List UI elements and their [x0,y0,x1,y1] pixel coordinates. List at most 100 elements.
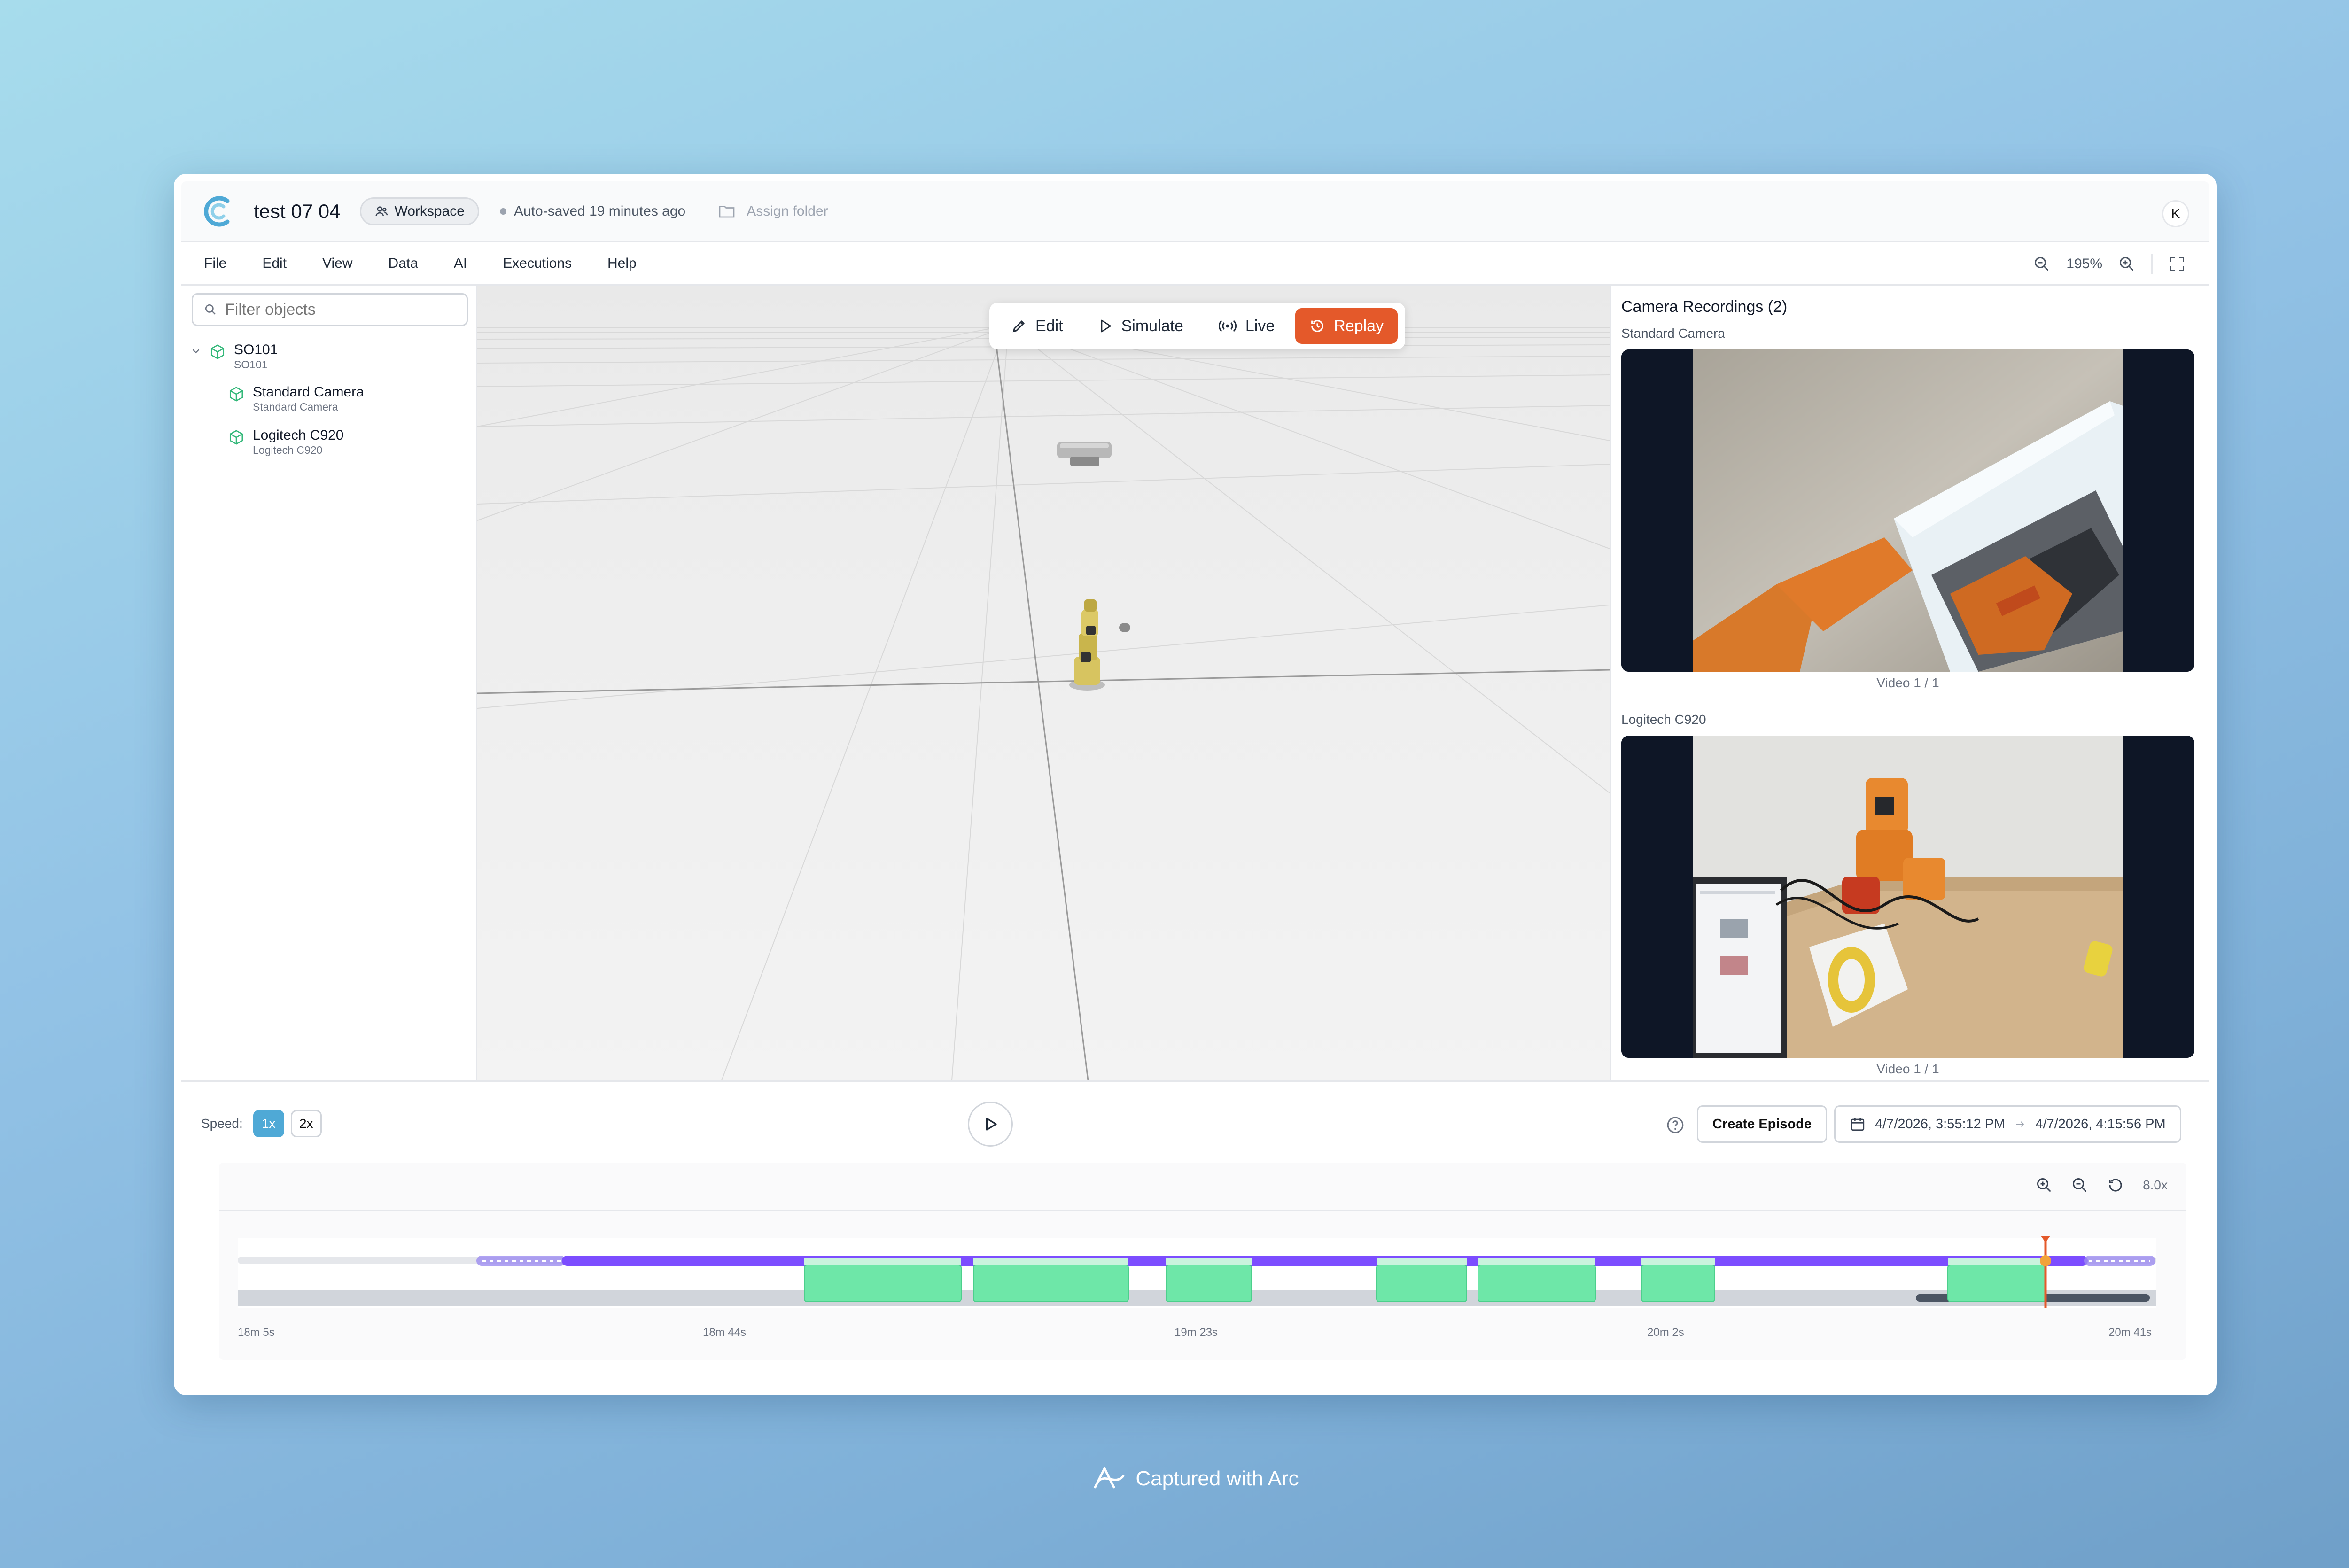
timeline-tick: 20m 41s [2108,1326,2152,1339]
camera-recordings-panel: Camera Recordings (2) Standard Camera Vi… [1610,286,2209,1080]
timeline-tools: 8.0x [2036,1177,2168,1194]
speed-1x-button[interactable]: 1x [253,1110,284,1137]
tree-item-so101[interactable]: SO101 SO101 [191,342,278,371]
video-frame [1621,736,2194,1058]
tree-item-name: Logitech C920 [253,427,344,443]
menu-data[interactable]: Data [389,256,418,272]
users-icon [375,206,388,216]
replay-mode-label: Replay [1334,317,1384,335]
timeline-tick: 20m 2s [1647,1326,1684,1339]
chevron-down-icon[interactable] [191,346,201,356]
camera-label: Standard Camera [1621,326,1726,341]
fullscreen-icon[interactable] [2169,256,2186,272]
standard-camera-video[interactable] [1621,349,2194,672]
menu-help[interactable]: Help [607,256,637,272]
menu-edit[interactable]: Edit [262,256,287,272]
timeline-tick: 18m 44s [703,1326,747,1339]
user-avatar[interactable]: K [2162,200,2189,227]
assign-folder-button[interactable]: Assign folder [718,203,828,219]
speed-label: Speed: [201,1116,243,1131]
divider [219,1210,2186,1211]
cube-icon [210,344,225,359]
filter-objects-input[interactable] [225,300,451,319]
calendar-icon [1851,1118,1865,1131]
search-icon [205,304,216,315]
status-dot [499,208,506,215]
object-tree-panel: SO101 SO101 Standard Camera Standard Cam… [181,286,477,1080]
menu-view[interactable]: View [322,256,352,272]
3d-viewport[interactable]: Edit Simulate Live Replay [477,286,1610,1080]
workspace-label: Workspace [394,203,465,219]
play-icon [986,1118,997,1131]
cube-icon [229,387,243,402]
camera-label: Logitech C920 [1621,712,1706,727]
panel-title: Camera Recordings (2) [1621,298,1788,316]
video-caption: Video 1 / 1 [1876,1062,1939,1076]
assign-folder-label: Assign folder [747,203,828,219]
timeline[interactable]: 8.0x 18m 5s 18m 44s 19m 23s 20m 2s 20m 4… [219,1163,2186,1360]
project-title[interactable]: test 07 04 [254,200,340,223]
zoom-out-icon[interactable] [2071,1177,2088,1194]
create-episode-button[interactable]: Create Episode [1697,1105,1828,1143]
ground-grid [477,286,1610,1080]
capture-watermark: Captured with Arc [0,1465,2349,1493]
mode-toolbar: Edit Simulate Live Replay [989,303,1406,349]
timeline-tick: 18m 5s [238,1326,275,1339]
autosave-text: Auto-saved 19 minutes ago [513,203,686,219]
speed-2x-button[interactable]: 2x [290,1110,322,1137]
zoom-in-icon[interactable] [2118,256,2135,272]
tree-item-subtitle: Standard Camera [253,401,338,413]
tree-item-standard-camera[interactable]: Standard Camera Standard Camera [228,384,364,413]
speed-control: Speed: 1x 2x [201,1110,322,1137]
timeline-tick: 19m 23s [1174,1326,1218,1339]
video-frame [1621,349,2194,672]
pencil-icon [1012,320,1025,333]
range-start: 4/7/2026, 3:55:12 PM [1875,1116,2006,1132]
cube-icon [229,430,243,445]
range-end: 4/7/2026, 4:15:56 PM [2035,1116,2166,1132]
filter-box [192,293,468,326]
tree-item-name: Standard Camera [253,384,364,400]
menu-bar: File Edit View Data AI Executions Help 1… [181,242,2209,286]
workspace-badge[interactable]: Workspace [360,197,479,225]
date-range-picker[interactable]: 4/7/2026, 3:55:12 PM 4/7/2026, 4:15:56 P… [1834,1105,2181,1143]
simulate-mode-label: Simulate [1121,317,1183,335]
broadcast-icon [1218,320,1237,332]
zoom-level: 195% [2066,256,2102,272]
title-bar: test 07 04 Workspace Auto-saved 19 minut… [181,181,2209,242]
tree-item-name: SO101 [234,342,278,357]
edit-mode-button[interactable]: Edit [997,308,1077,344]
menu-executions[interactable]: Executions [503,256,572,272]
edit-mode-label: Edit [1035,317,1063,335]
arc-logo-icon [1094,1467,1125,1489]
simulate-mode-button[interactable]: Simulate [1084,308,1198,344]
folder-icon [719,205,735,217]
play-button[interactable] [968,1102,1013,1147]
autosave-status: Auto-saved 19 minutes ago [499,203,686,219]
live-mode-label: Live [1245,317,1275,335]
menu-file[interactable]: File [204,256,226,272]
tree-item-subtitle: SO101 [234,358,268,371]
playback-panel: Speed: 1x 2x Create Episode 4/7/2026, 3:… [181,1080,2209,1388]
arrow-right-icon [2016,1121,2024,1127]
video-caption: Video 1 / 1 [1876,675,1939,690]
help-icon[interactable] [1666,1116,1685,1134]
live-mode-button[interactable]: Live [1204,308,1289,344]
zoom-controls: 195% [2033,242,2186,286]
logitech-c920-video[interactable] [1621,736,2194,1058]
play-outline-icon [1101,319,1111,333]
app-logo-icon[interactable] [200,193,238,230]
divider [2151,254,2153,274]
app-window: test 07 04 Workspace Auto-saved 19 minut… [174,174,2217,1395]
replay-mode-button[interactable]: Replay [1295,308,1398,344]
watermark-text: Captured with Arc [1136,1467,1299,1490]
reset-icon[interactable] [2107,1177,2124,1194]
zoom-in-icon[interactable] [2036,1177,2053,1194]
tree-item-logitech-c920[interactable]: Logitech C920 Logitech C920 [228,427,343,457]
zoom-out-icon[interactable] [2033,256,2050,272]
menu-ai[interactable]: AI [454,256,467,272]
timeline-track[interactable] [219,1219,2186,1332]
timeline-zoom-level: 8.0x [2143,1178,2168,1192]
tree-item-subtitle: Logitech C920 [253,444,323,456]
history-icon [1311,320,1324,332]
